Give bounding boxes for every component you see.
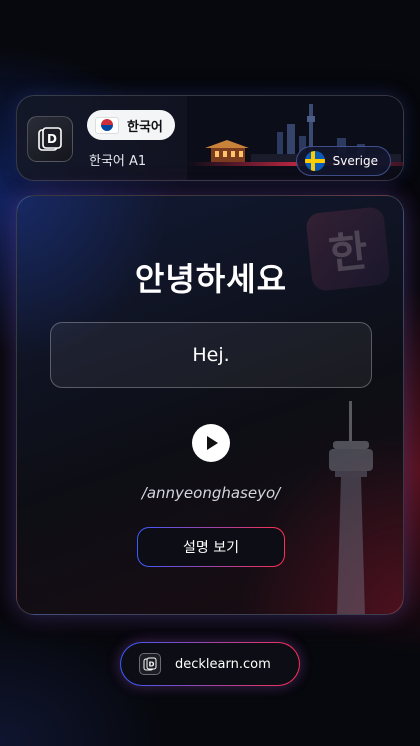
website-label: decklearn.com [175, 656, 271, 672]
course-header-card: D 한국어 한국어 A1 Sverige [16, 95, 404, 181]
korean-word: 안녕하세요 [134, 260, 288, 298]
south-korea-flag-icon [95, 116, 119, 134]
website-link-pill[interactable]: D decklearn.com [120, 642, 300, 686]
seoul-tower-image [329, 401, 373, 614]
play-icon [207, 436, 218, 450]
translation-text: Hej. [192, 344, 230, 366]
deck-logo-icon: D [139, 653, 161, 675]
show-explanation-label: 설명 보기 [183, 540, 239, 556]
target-language-label: Sverige [332, 154, 378, 168]
play-audio-button[interactable] [192, 424, 230, 462]
svg-text:D: D [149, 661, 155, 669]
app-logo-icon[interactable]: D [27, 116, 73, 162]
source-language-pill[interactable]: 한국어 [87, 110, 175, 140]
translation-box: Hej. [50, 322, 372, 388]
course-level-label: 한국어 A1 [89, 154, 147, 169]
romanization-text: /annyeonghaseyo/ [141, 484, 281, 502]
show-explanation-button[interactable]: 설명 보기 [137, 527, 285, 567]
sweden-flag-icon [304, 151, 325, 171]
svg-text:D: D [47, 132, 57, 146]
target-language-pill[interactable]: Sverige [295, 146, 391, 176]
flashcard: 한 안녕하세요 Hej. /annyeonghaseyo/ 설명 보기 [16, 195, 404, 615]
source-language-label: 한국어 [127, 119, 163, 135]
